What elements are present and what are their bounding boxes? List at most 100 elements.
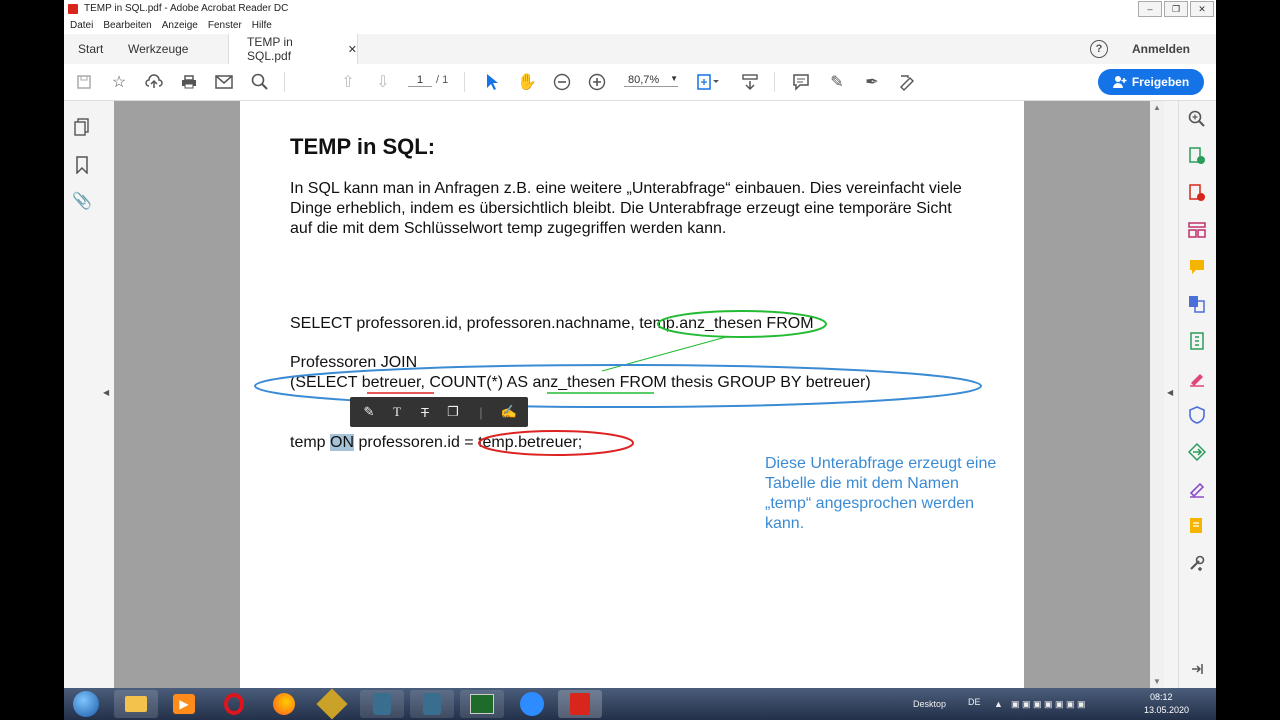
sql-line-3: (SELECT betreuer, COUNT(*) AS anz_thesen…	[290, 374, 871, 391]
combine-files-icon[interactable]	[1187, 294, 1207, 314]
protect-shield-icon[interactable]	[1187, 405, 1207, 425]
print-icon[interactable]	[179, 72, 199, 92]
share-button[interactable]: Freigeben	[1098, 69, 1204, 95]
menu-bar: Datei Bearbeiten Anzeige Fenster Hilfe	[64, 17, 1216, 34]
hand-tool-icon[interactable]: ✋	[517, 72, 537, 92]
window-title: TEMP in SQL.pdf - Adobe Acrobat Reader D…	[84, 3, 289, 14]
vertical-scrollbar[interactable]: ▲ ▼	[1150, 101, 1164, 688]
firefox-icon[interactable]	[262, 690, 306, 718]
maximize-button[interactable]: ❐	[1164, 1, 1188, 17]
zoom-select[interactable]: 80,7% ▼	[624, 74, 678, 87]
tool-app-icon[interactable]	[310, 688, 354, 720]
cloud-upload-icon[interactable]	[144, 72, 164, 92]
toolbar: ☆ ⇧ ⇩ 1 / 1 ✋ 80,7% ▼ ✎ ✒ Freigeben	[64, 64, 1216, 101]
acrobat-window: TEMP in SQL.pdf - Adobe Acrobat Reader D…	[64, 0, 1216, 688]
comment-tool-icon[interactable]	[1187, 257, 1207, 277]
zoom-out-icon[interactable]	[552, 72, 572, 92]
sql-temp-text: temp	[290, 434, 331, 451]
page-total: / 1	[436, 74, 449, 86]
clock-date[interactable]: 13.05.2020	[1144, 705, 1189, 715]
compress-pdf-icon[interactable]	[1187, 331, 1207, 351]
language-indicator[interactable]: DE	[968, 697, 981, 707]
sql-join-condition: professoren.id = temp.betreuer;	[354, 434, 583, 451]
tab-close-icon[interactable]: ✕	[348, 43, 357, 56]
highlight-pen-icon[interactable]: ✎	[827, 72, 847, 92]
star-icon[interactable]: ☆	[109, 72, 129, 92]
organize-pages-icon[interactable]	[1187, 220, 1207, 240]
scroll-up-icon[interactable]: ▲	[1153, 103, 1161, 112]
opera-icon[interactable]	[212, 690, 256, 718]
collapse-right-icon[interactable]: ◀	[1167, 388, 1173, 397]
terminal-app-icon[interactable]	[460, 690, 504, 718]
desktop-label[interactable]: Desktop	[913, 699, 953, 709]
tray-app-icons[interactable]: ▣ ▣ ▣ ▣ ▣ ▣ ▣	[1011, 699, 1086, 710]
right-collapse-gutter: ◀	[1164, 101, 1178, 688]
signin-button[interactable]: Anmelden	[1132, 42, 1190, 56]
tab-document[interactable]: TEMP in SQL.pdf ✕	[228, 34, 358, 64]
page-up-icon[interactable]: ⇧	[338, 72, 358, 92]
select-cursor-icon[interactable]	[482, 72, 502, 92]
zoom-search-icon[interactable]	[1187, 109, 1207, 129]
minimize-button[interactable]: –	[1138, 1, 1162, 17]
pdf-page: TEMP in SQL: In SQL kann man in Anfragen…	[240, 101, 1024, 688]
strikethrough-icon[interactable]: T	[414, 405, 436, 420]
help-icon[interactable]: ?	[1090, 40, 1108, 58]
scroll-mode-icon[interactable]	[740, 72, 760, 92]
sign-icon[interactable]: ✒	[862, 72, 882, 92]
close-window-button[interactable]: ✕	[1190, 1, 1214, 17]
explorer-icon[interactable]	[114, 690, 158, 718]
scroll-down-icon[interactable]: ▼	[1153, 677, 1161, 686]
media-player-icon[interactable]: ▶	[162, 690, 206, 718]
fill-sign-icon[interactable]	[897, 72, 917, 92]
green-connector-line	[601, 336, 727, 372]
menu-window[interactable]: Fenster	[208, 20, 242, 31]
clock-time[interactable]: 08:12	[1150, 692, 1173, 702]
menu-view[interactable]: Anzeige	[162, 20, 198, 31]
copy-icon[interactable]: ❐	[442, 404, 464, 420]
tray-expand-icon[interactable]: ▲	[994, 699, 1003, 709]
save-icon[interactable]	[74, 72, 94, 92]
export-pdf-icon[interactable]	[1187, 146, 1207, 166]
menu-help[interactable]: Hilfe	[252, 20, 272, 31]
mail-icon[interactable]	[214, 72, 234, 92]
annotation-note: Diese Unterabfrage erzeugt eine Tabelle …	[765, 455, 997, 532]
pages-thumbnail-icon[interactable]	[72, 117, 92, 137]
menu-file[interactable]: Datei	[70, 20, 93, 31]
send-for-review-icon[interactable]	[1187, 442, 1207, 462]
search-icon[interactable]	[250, 72, 270, 92]
fill-sign-mini-icon[interactable]: ✍	[498, 404, 520, 420]
zoom-in-icon[interactable]	[587, 72, 607, 92]
selected-text-on[interactable]: ON	[330, 434, 355, 451]
acrobat-taskbar-icon[interactable]	[558, 690, 602, 718]
database-app-2-icon[interactable]	[410, 690, 454, 718]
menu-edit[interactable]: Bearbeiten	[103, 20, 151, 31]
zoom-app-icon[interactable]	[510, 690, 554, 718]
title-bar: TEMP in SQL.pdf - Adobe Acrobat Reader D…	[64, 0, 1216, 17]
tab-document-label: TEMP in SQL.pdf	[247, 35, 293, 63]
bookmark-icon[interactable]	[72, 155, 92, 175]
tab-bar: Start Werkzeuge TEMP in SQL.pdf ✕ ? Anme…	[64, 34, 1216, 65]
comment-icon[interactable]	[791, 72, 811, 92]
create-pdf-icon[interactable]	[1187, 183, 1207, 203]
page-number-input[interactable]: 1	[408, 74, 432, 87]
collapse-left-icon[interactable]: ◀	[103, 388, 109, 397]
start-orb-icon[interactable]	[66, 690, 106, 718]
tab-tools[interactable]: Werkzeuge	[128, 34, 188, 64]
right-tools-pane	[1178, 101, 1216, 688]
fit-page-icon[interactable]	[694, 72, 722, 92]
insert-text-icon[interactable]: T	[386, 404, 408, 420]
fill-and-sign-icon[interactable]	[1187, 479, 1207, 499]
acrobat-icon	[68, 3, 78, 14]
database-app-icon[interactable]	[360, 690, 404, 718]
more-tools-icon[interactable]	[1187, 553, 1207, 573]
expand-pane-icon[interactable]	[1187, 659, 1207, 679]
sql-line-2: Professoren JOIN	[290, 354, 418, 371]
tab-start[interactable]: Start	[78, 34, 103, 64]
chevron-down-icon: ▼	[670, 74, 678, 83]
request-signature-icon[interactable]	[1187, 516, 1207, 536]
attachment-icon[interactable]: 📎	[72, 191, 92, 211]
edit-pdf-icon[interactable]	[1187, 368, 1207, 388]
highlight-text-icon[interactable]: ✎	[358, 404, 380, 420]
page-down-icon[interactable]: ⇩	[373, 72, 393, 92]
left-navigation-rail: 📎	[64, 101, 101, 688]
